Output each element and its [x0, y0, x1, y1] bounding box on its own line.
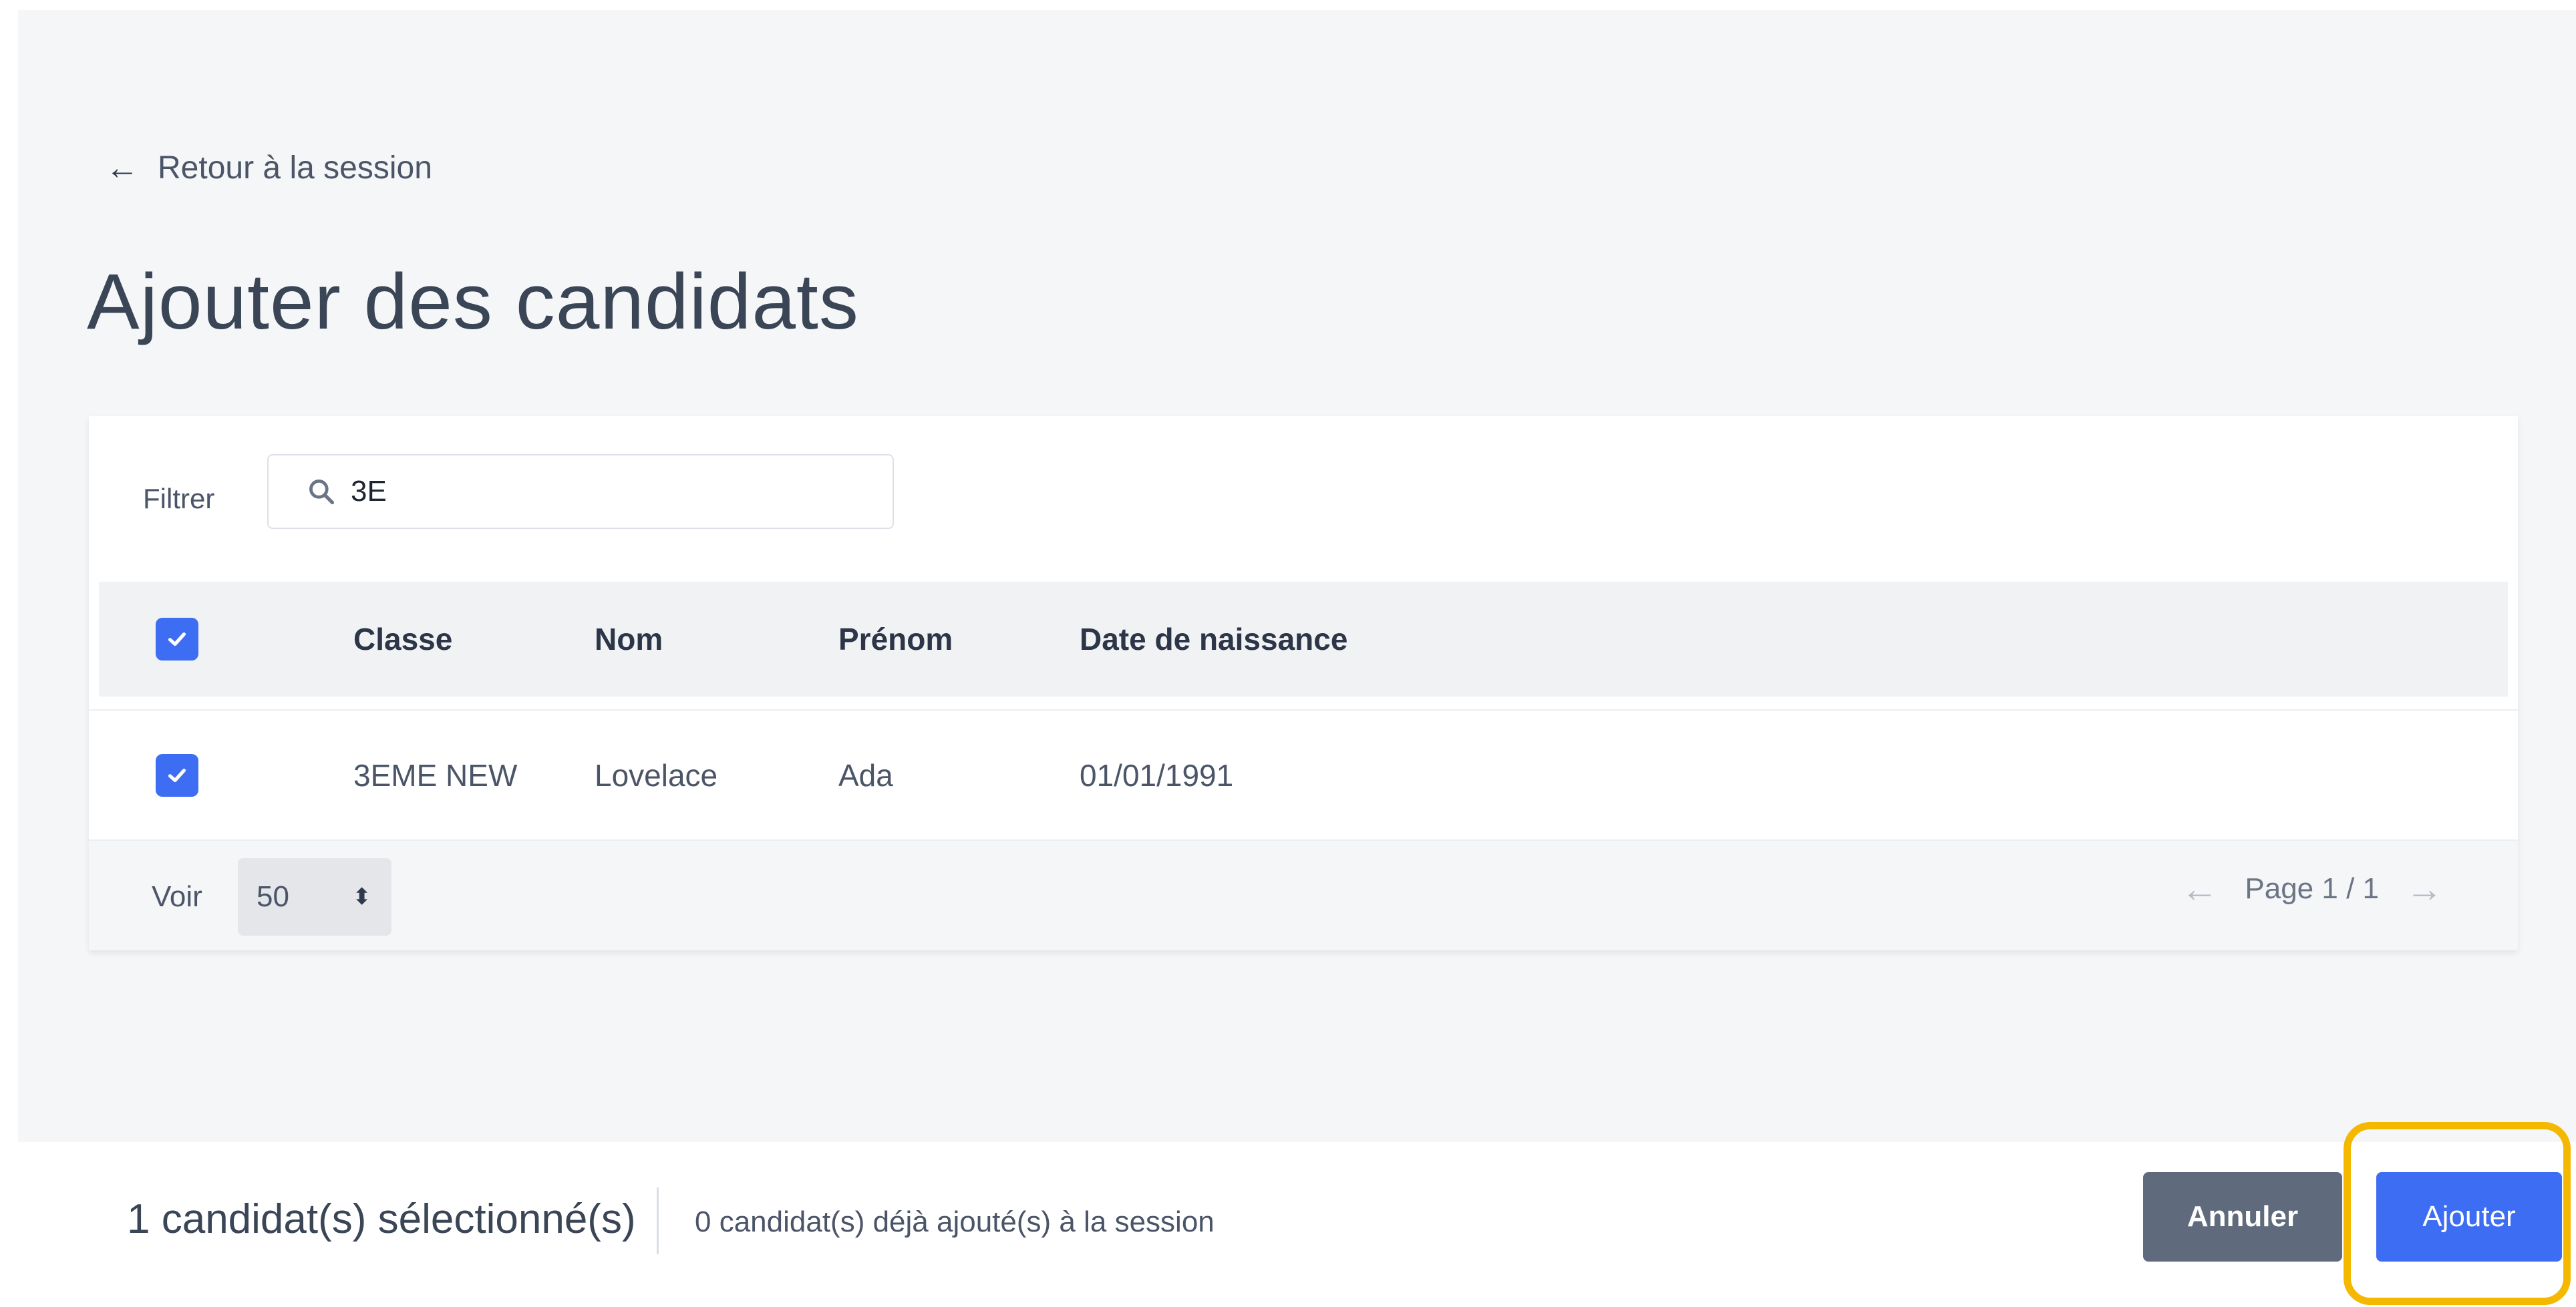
checkmark-icon: [168, 632, 186, 646]
cell-prenom: Ada: [838, 757, 893, 793]
back-to-session-link[interactable]: ← Retour à la session: [106, 146, 432, 190]
selected-count: 1 candidat(s) sélectionné(s): [127, 1196, 636, 1242]
cell-date-naissance: 01/01/1991: [1080, 757, 1234, 793]
pagination: ← Page 1 / 1 →: [2181, 870, 2443, 908]
action-bar: 1 candidat(s) sélectionné(s) 0 candidat(…: [0, 1142, 2576, 1307]
table-footer: Voir 50 ⬍ ← Page 1 / 1 →: [89, 839, 2518, 950]
column-header-prenom[interactable]: Prénom: [838, 621, 953, 657]
column-header-date-naissance[interactable]: Date de naissance: [1080, 621, 1347, 657]
per-page-select[interactable]: 50 ⬍: [238, 858, 391, 936]
select-all-checkbox[interactable]: [156, 618, 198, 661]
search-input[interactable]: [349, 474, 873, 509]
add-button[interactable]: Ajouter: [2376, 1172, 2562, 1262]
page-title: Ajouter des candidats: [87, 258, 859, 346]
row-checkbox[interactable]: [156, 753, 198, 797]
filter-row: Filtrer: [89, 416, 2518, 573]
sort-arrows-icon: ⬍: [352, 884, 372, 910]
page-indicator: Page 1 / 1: [2245, 872, 2379, 905]
candidates-table-card: Filtrer Classe Nom Prénom Date de naissa…: [89, 416, 2518, 950]
table-row[interactable]: 3EME NEW Lovelace Ada 01/01/1991: [89, 709, 2518, 839]
cell-nom: Lovelace: [595, 757, 718, 793]
table-header: Classe Nom Prénom Date de naissance: [99, 582, 2508, 697]
next-page-icon[interactable]: →: [2406, 870, 2443, 908]
column-header-classe[interactable]: Classe: [353, 621, 452, 657]
search-box[interactable]: [267, 454, 894, 529]
cell-classe: 3EME NEW: [353, 757, 518, 793]
already-added-count: 0 candidat(s) déjà ajouté(s) à la sessio…: [695, 1205, 1215, 1238]
back-link-label: Retour à la session: [158, 150, 432, 186]
search-icon: [309, 480, 335, 505]
per-page-label: Voir: [152, 880, 202, 913]
arrow-left-icon: ←: [106, 149, 139, 186]
cancel-button[interactable]: Annuler: [2143, 1172, 2342, 1262]
previous-page-icon[interactable]: ←: [2181, 870, 2218, 908]
divider: [657, 1187, 659, 1254]
filter-label: Filtrer: [143, 483, 215, 514]
column-header-nom[interactable]: Nom: [595, 621, 663, 657]
per-page-value: 50: [257, 880, 289, 913]
checkmark-icon: [168, 768, 186, 782]
